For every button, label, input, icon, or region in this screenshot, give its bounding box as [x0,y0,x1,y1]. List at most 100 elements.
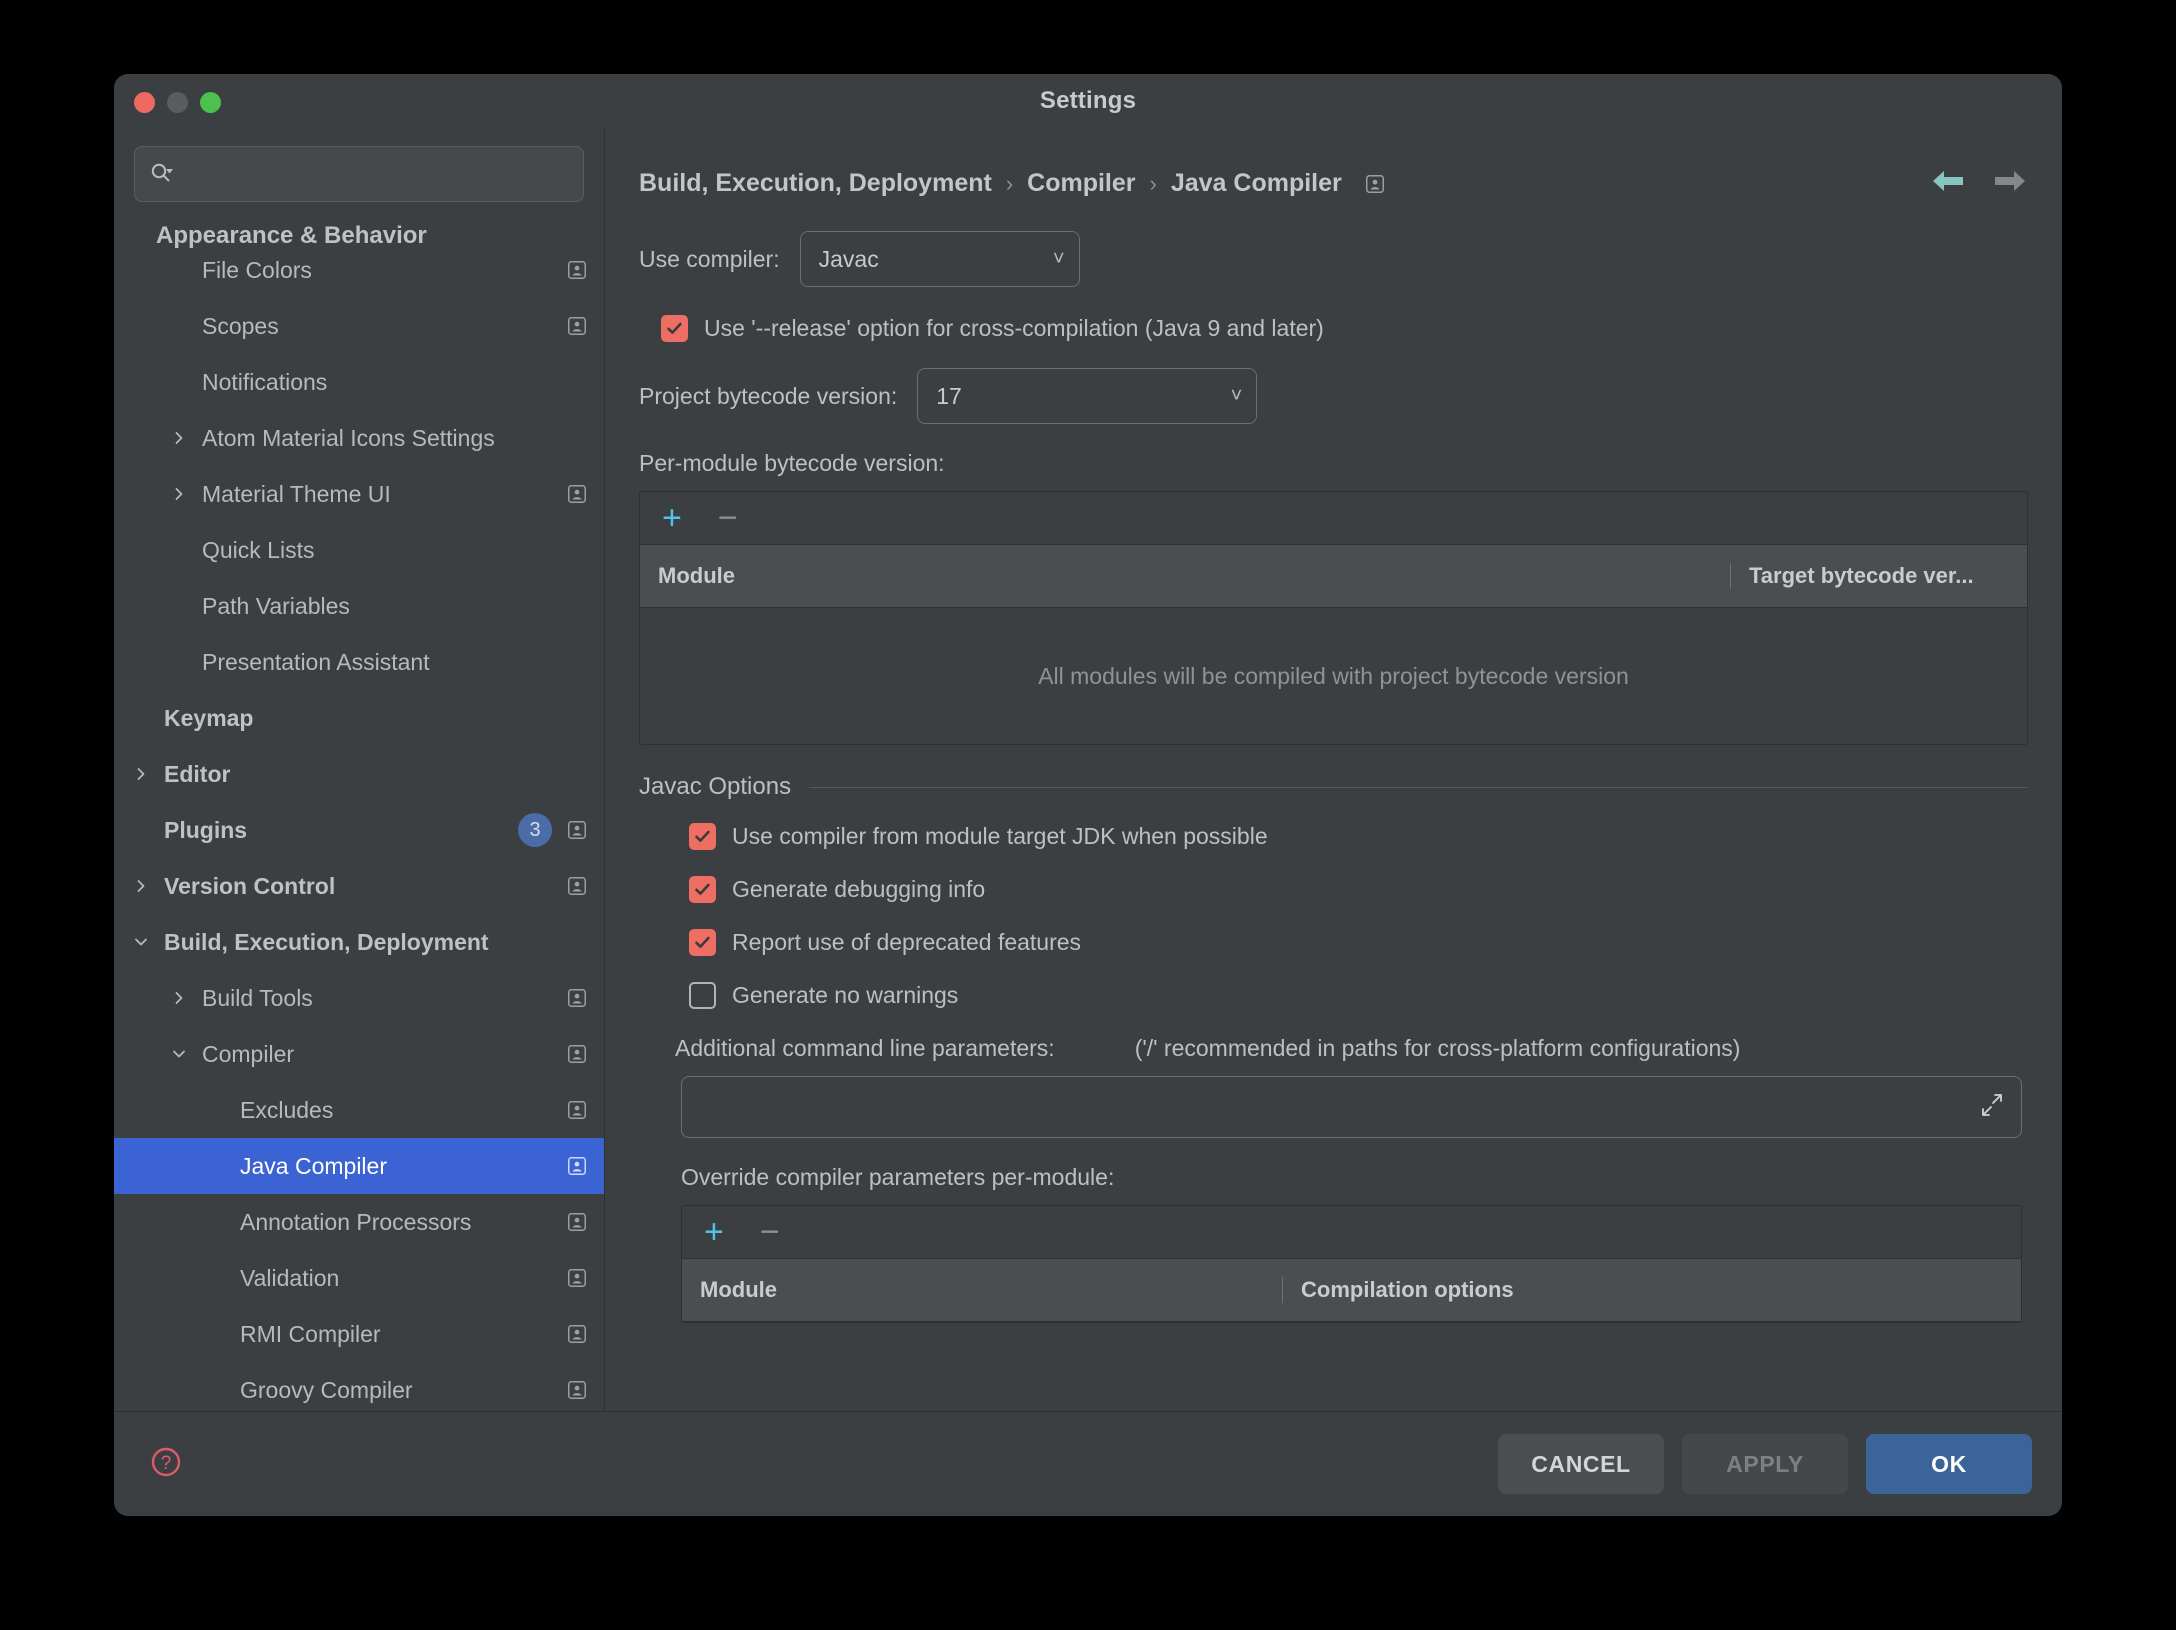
sidebar-item-tail [566,1099,588,1121]
override-params-label-wrap: Override compiler parameters per-module: [681,1164,2028,1191]
chevron-down-icon[interactable] [128,934,154,950]
sidebar-item-tail [566,1267,588,1289]
search-input[interactable] [183,161,569,187]
sidebar-item-java-compiler[interactable]: Java Compiler [114,1138,604,1194]
column-header-compilation-options[interactable]: Compilation options [1282,1277,2021,1303]
project-bytecode-row: Project bytecode version: 17 ˅ [639,368,2028,424]
sidebar-item-quick-lists[interactable]: Quick Lists [114,522,604,578]
sidebar-item-annotation-processors[interactable]: Annotation Processors [114,1194,604,1250]
sidebar-item-groovy-compiler[interactable]: Groovy Compiler [114,1362,604,1411]
chevron-right-icon[interactable] [166,990,192,1006]
sidebar-item-build-execution-deployment[interactable]: Build, Execution, Deployment [114,914,604,970]
sidebar-item-label: Annotation Processors [240,1208,472,1235]
sidebar-item-label: Build, Execution, Deployment [164,928,489,955]
back-arrow-icon[interactable] [1930,166,1968,201]
sidebar-item-label: RMI Compiler [240,1320,381,1347]
sidebar-item-label: Path Variables [202,592,350,619]
javac-option-checkbox[interactable] [689,823,716,850]
sidebar-item-compiler[interactable]: Compiler [114,1026,604,1082]
chevron-down-icon[interactable] [166,1046,192,1062]
javac-option-label: Generate no warnings [732,982,959,1008]
chevron-right-icon[interactable] [166,430,192,446]
sidebar-item-plugins[interactable]: Plugins 3 [114,802,604,858]
sidebar-item-tail [566,1379,588,1401]
tree-rows: File Colors Scopes Notifications Atom Mater… [114,216,604,1411]
sidebar-item-version-control[interactable]: Version Control [114,858,604,914]
javac-options-title: Javac Options [639,773,792,800]
breadcrumb-item-2[interactable]: Java Compiler [1171,169,1342,198]
column-header-module[interactable]: Module [682,1277,1282,1303]
chevron-right-icon[interactable] [128,766,154,782]
search-box[interactable] [134,146,584,202]
navigation-arrows [1930,166,2028,201]
sidebar-item-build-tools[interactable]: Build Tools [114,970,604,1026]
sidebar-item-path-variables[interactable]: Path Variables [114,578,604,634]
sidebar-item-tail [566,875,588,897]
sidebar-item-notifications[interactable]: Notifications [114,354,604,410]
settings-main-panel: Build, Execution, Deployment › Compiler … [605,130,2062,1411]
sticky-group-header: Appearance & Behavior [114,216,604,256]
sidebar-item-rmi-compiler[interactable]: RMI Compiler [114,1306,604,1362]
javac-option-label: Use compiler from module target JDK when… [732,823,1268,849]
breadcrumb-item-1[interactable]: Compiler [1027,169,1135,198]
additional-params-input[interactable] [698,1093,1979,1121]
expand-icon[interactable] [1979,1092,2005,1123]
javac-option-row[interactable]: Generate no warnings [689,982,2028,1009]
chevron-right-icon[interactable] [166,486,192,502]
use-compiler-select[interactable]: Javac ˅ [799,231,1080,287]
sticky-group-label: Appearance & Behavior [156,222,427,249]
additional-params-input-wrap[interactable] [681,1076,2022,1138]
apply-button: APPLY [1682,1434,1848,1494]
remove-row-icon: − [717,499,738,537]
release-option-row[interactable]: Use '--release' option for cross-compila… [661,315,2028,342]
javac-option-checkbox[interactable] [689,876,716,903]
project-setting-badge-icon [566,875,588,897]
javac-option-label: Report use of deprecated features [732,929,1082,955]
javac-option-row[interactable]: Generate debugging info [689,876,2028,903]
sidebar-item-label: Version Control [164,872,336,899]
settings-tree: File Colors Scopes Notifications Atom Mater… [114,216,604,1411]
sidebar-item-tail [566,1211,588,1233]
ok-button[interactable]: OK [1866,1434,2032,1494]
project-setting-badge-icon [566,987,588,1009]
column-header-target-bytecode[interactable]: Target bytecode ver... [1730,563,2027,589]
sidebar-item-tail [566,315,588,337]
javac-option-row[interactable]: Use compiler from module target JDK when… [689,823,2028,850]
search-icon [149,161,175,187]
use-compiler-row: Use compiler: Javac ˅ [639,231,2028,287]
project-setting-badge-icon [566,1155,588,1177]
sidebar-item-keymap[interactable]: Keymap [114,690,604,746]
use-compiler-value: Javac [818,245,879,272]
sidebar-item-material-theme-ui[interactable]: Material Theme UI [114,466,604,522]
breadcrumb-item-0[interactable]: Build, Execution, Deployment [639,169,992,198]
javac-option-label: Generate debugging info [732,876,986,902]
javac-option-row[interactable]: Report use of deprecated features [689,929,2028,956]
sidebar-item-label: Compiler [202,1040,295,1067]
javac-option-checkbox[interactable] [689,982,716,1009]
sidebar-item-validation[interactable]: Validation [114,1250,604,1306]
sidebar-item-atom-material-icons-settings[interactable]: Atom Material Icons Settings [114,410,604,466]
column-header-module[interactable]: Module [640,563,1730,589]
additional-params-label-row: Additional command line parameters: ('/'… [675,1035,2028,1062]
sidebar-item-presentation-assistant[interactable]: Presentation Assistant [114,634,604,690]
additional-params-hint: ('/' recommended in paths for cross-plat… [1134,1035,1741,1061]
sidebar-item-editor[interactable]: Editor [114,746,604,802]
sidebar-item-label: Groovy Compiler [240,1376,413,1403]
per-module-empty-text: All modules will be compiled with projec… [640,608,2027,744]
search-container [114,130,604,202]
cancel-button[interactable]: CANCEL [1498,1434,1664,1494]
sidebar-item-tail [566,259,588,281]
add-row-icon[interactable]: + [704,1215,724,1249]
sidebar-item-excludes[interactable]: Excludes [114,1082,604,1138]
javac-option-checkbox[interactable] [689,929,716,956]
chevron-right-icon[interactable] [128,878,154,894]
help-icon[interactable]: ? [144,1440,188,1489]
sidebar-item-tail [566,1323,588,1345]
sidebar-item-scopes[interactable]: Scopes [114,298,604,354]
release-option-checkbox[interactable] [661,315,688,342]
screen: Settings File Colors Scopes Notification… [0,0,2176,1630]
project-bytecode-select[interactable]: 17 ˅ [917,368,1258,424]
additional-params-label: Additional command line parameters: [675,1035,1055,1061]
add-row-icon[interactable]: + [662,501,682,535]
project-setting-badge-icon [1364,173,1386,195]
